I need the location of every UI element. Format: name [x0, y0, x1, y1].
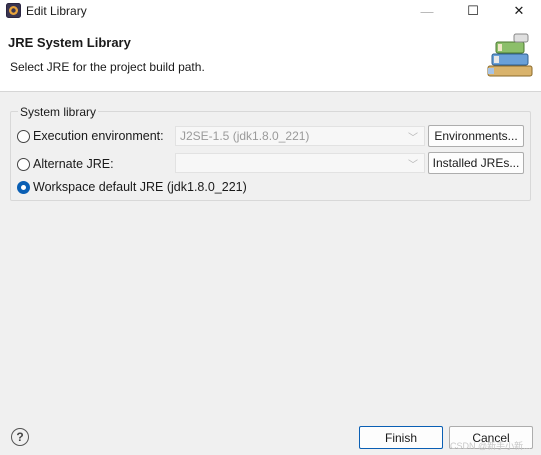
execution-environment-option[interactable]: Execution environment: — [17, 127, 164, 145]
minimize-button[interactable]: — — [405, 0, 449, 22]
alternate-jre-radio[interactable] — [17, 157, 30, 171]
execution-environment-label: Execution environment: — [33, 129, 164, 143]
execution-environment-value: J2SE-1.5 (jdk1.8.0_221) — [180, 129, 310, 143]
maximize-icon: ☐ — [467, 3, 479, 18]
alternate-jre-option[interactable]: Alternate JRE: — [17, 155, 114, 173]
close-icon: ✕ — [513, 3, 525, 18]
workspace-default-radio[interactable] — [17, 180, 30, 194]
execution-environment-combo: J2SE-1.5 (jdk1.8.0_221) ﹀ — [175, 126, 425, 146]
wizard-banner: JRE System Library Select JRE for the pr… — [0, 22, 541, 92]
help-icon[interactable]: ? — [11, 428, 29, 446]
chevron-down-icon: ﹀ — [408, 160, 418, 171]
title-bar: Edit Library — ☐ ✕ — [0, 0, 541, 22]
app-icon — [6, 3, 21, 18]
alternate-jre-label: Alternate JRE: — [33, 157, 114, 171]
banner-description: Select JRE for the project build path. — [10, 60, 205, 74]
banner-title: JRE System Library — [8, 35, 131, 50]
alternate-jre-combo: ﹀ — [175, 153, 425, 173]
workspace-default-option[interactable]: Workspace default JRE (jdk1.8.0_221) — [17, 178, 247, 196]
watermark: CSDN @新手小新... — [450, 441, 531, 451]
environments-button[interactable]: Environments... — [428, 125, 524, 147]
workspace-default-label: Workspace default JRE (jdk1.8.0_221) — [33, 180, 247, 194]
close-button[interactable]: ✕ — [497, 0, 541, 22]
installed-jres-button[interactable]: Installed JREs... — [428, 152, 524, 174]
chevron-down-icon: ﹀ — [408, 133, 418, 144]
maximize-button[interactable]: ☐ — [451, 0, 495, 22]
execution-environment-radio[interactable] — [17, 129, 30, 143]
window-title: Edit Library — [26, 4, 87, 18]
library-books-icon — [487, 33, 533, 77]
finish-button[interactable]: Finish — [359, 426, 443, 449]
minimize-icon: — — [420, 3, 434, 19]
system-library-legend: System library — [18, 105, 99, 119]
